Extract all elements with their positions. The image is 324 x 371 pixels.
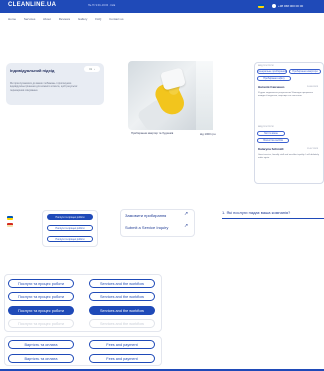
workflow-pill-en[interactable]: Services and the workflow [89, 279, 155, 288]
faq-number: 1. [222, 210, 226, 215]
nav-item-reviews[interactable]: Reviews [59, 17, 70, 21]
nav-item-contact[interactable]: Contact us [109, 17, 123, 21]
workflow-pill-en[interactable]: Services and the workflow [89, 292, 155, 301]
service-price: від 1000 грн [200, 132, 216, 136]
review-tag[interactable]: Миття вікон [257, 131, 285, 136]
faq-question-text: Які послуги надає ваша компанія? [226, 210, 291, 215]
flag-ua-icon[interactable] [7, 216, 13, 220]
review-text: Я дуже задоволена результатом! Команда п… [258, 92, 314, 97]
feature-card-text: Ми прислухаємося до ваших побажань і про… [10, 82, 78, 92]
faq-divider [222, 218, 324, 219]
workflow-pill-en-disabled: Services and the workflow [89, 319, 155, 328]
faq-question[interactable]: 1. Які послуги надає ваша компанія? [222, 210, 290, 215]
nav-item-faq[interactable]: FAQ [95, 17, 101, 21]
payment-pill-en[interactable]: Fees and payment [89, 340, 155, 349]
review-text: Great service, friendly staff and excell… [258, 154, 319, 159]
language-flag-icon[interactable] [258, 4, 264, 8]
header-phone[interactable]: +38 068 000 00 00 [272, 4, 303, 8]
category-pill[interactable]: Послуги та процес роботи [47, 236, 93, 242]
review-date: 24.08.2023 [307, 86, 318, 88]
feature-card-title: Індивідуальний підхід [10, 68, 55, 73]
workflow-pill-en-active[interactable]: Services and the workflow [89, 306, 155, 315]
review-tag[interactable]: Прибирання квартири [289, 69, 321, 74]
review-tag[interactable]: Хімчистка меблів [257, 138, 289, 143]
review-label: ВИД ПОСЛУГИ [258, 65, 274, 67]
review-author: Наталія Савченко [258, 85, 285, 89]
payment-pill-ua[interactable]: Вартість та оплата [8, 340, 74, 349]
payment-pill-en[interactable]: Fees and payment [89, 354, 155, 363]
nav-item-gallery[interactable]: Gallery [78, 17, 88, 21]
nav-item-home[interactable]: Home [8, 17, 16, 21]
phone-number: +38 068 000 00 00 [278, 3, 304, 8]
workflow-pill-ua[interactable]: Послуги та процес роботи [8, 279, 74, 288]
payment-pill-ua[interactable]: Вартість та оплата [8, 354, 74, 363]
flag-alt-icon[interactable] [7, 223, 13, 227]
nav-item-about[interactable]: About [43, 17, 51, 21]
phone-icon [272, 3, 276, 8]
category-pill[interactable]: Послуги та процес роботи [47, 225, 93, 231]
review-author: Kataryna Schmidt [258, 147, 284, 151]
main-nav: Home Services About Reviews Gallery FAQ … [8, 17, 130, 21]
category-pill-active[interactable]: Послуги та процес роботи [47, 214, 93, 220]
workflow-pill-ua[interactable]: Послуги та процес роботи [8, 292, 74, 301]
feature-card-number: 01 [89, 67, 92, 71]
service-title[interactable]: Прибирання квартир та будинків [131, 131, 191, 136]
feature-card-tag: 01 › [84, 66, 100, 72]
window-light [196, 61, 213, 130]
arrow-up-right-icon[interactable]: ↗ [184, 223, 188, 229]
arrow-up-right-icon[interactable]: ↗ [184, 211, 188, 217]
workflow-pill-ua-disabled: Послуги та процес роботи [8, 319, 74, 328]
review-tag[interactable]: Прибирання офісу [257, 76, 291, 81]
review-tag[interactable]: Генеральне прибирання [257, 69, 287, 74]
site-logo[interactable]: CLEANLINE.UA [8, 2, 56, 8]
review-date: 15.07.2023 [307, 148, 318, 150]
review-label: ВИД ПОСЛУГИ [258, 126, 274, 128]
header-info: Пн-Пт 9:00–19:00 · Київ [88, 4, 116, 7]
order-cleaning-link[interactable]: Замовити прибирання [125, 213, 166, 218]
arrow-icon: › [93, 67, 95, 71]
service-inquiry-link[interactable]: Submit a Service Inquiry [125, 225, 168, 230]
workflow-pill-ua-active[interactable]: Послуги та процес роботи [8, 306, 74, 315]
nav-item-services[interactable]: Services [24, 17, 36, 21]
